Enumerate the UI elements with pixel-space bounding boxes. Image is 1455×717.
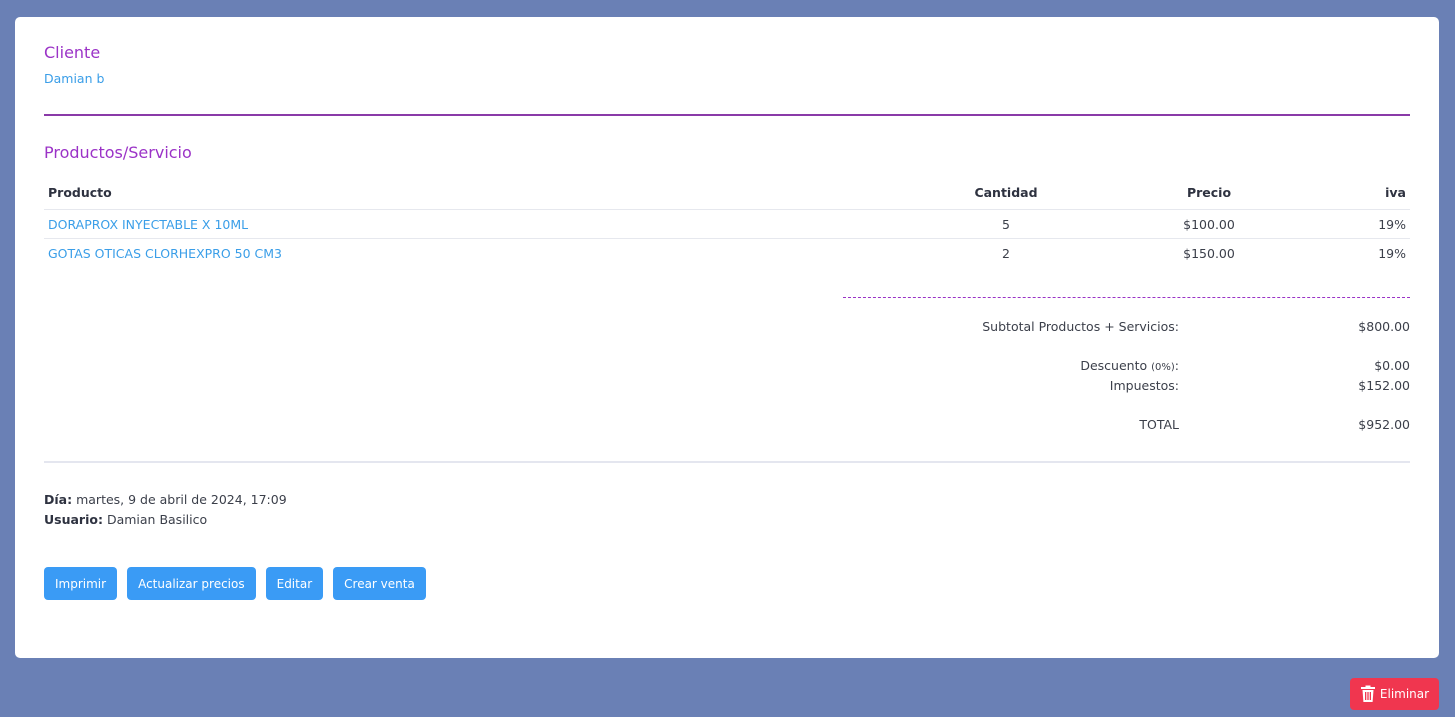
total-row: TOTAL $952.00: [843, 417, 1410, 435]
discount-label: Descuento: [1080, 358, 1148, 373]
client-section-title: Cliente: [44, 43, 101, 62]
footer-divider: [44, 461, 1410, 463]
product-name: GOTAS OTICAS CLORHEXPRO 50 CM3: [48, 245, 283, 261]
product-quantity: 5: [922, 209, 1090, 239]
totals-summary: Subtotal Productos + Servicios: $800.00 …: [843, 297, 1410, 432]
action-buttons: Imprimir Actualizar precios Editar Crear…: [44, 567, 426, 600]
update-prices-button[interactable]: Actualizar precios: [127, 567, 256, 600]
taxes-label: Impuestos:: [1109, 378, 1179, 393]
column-header-product: Producto: [44, 175, 922, 210]
discount-colon: :: [1174, 358, 1179, 373]
edit-button[interactable]: Editar: [265, 567, 324, 600]
discount-row: Descuento (0%): $0.00: [843, 358, 1410, 376]
subtotal-label: Subtotal Productos + Servicios:: [982, 319, 1179, 334]
delete-button[interactable]: Eliminar: [1350, 678, 1439, 710]
product-iva: 19%: [1378, 245, 1406, 261]
client-name: Damian b: [44, 71, 105, 86]
product-quantity: 2: [1002, 245, 1010, 261]
quote-card: Cliente Damian b Productos/Servicio Prod…: [15, 17, 1439, 658]
total-label: TOTAL: [1139, 417, 1179, 432]
user-value: Damian Basilico: [106, 512, 208, 527]
subtotal-value: $800.00: [1358, 319, 1410, 334]
quote-meta: Día: martes, 9 de abril de 2024, 17:09 U…: [44, 490, 287, 530]
discount-label-group: Descuento (0%):: [1080, 358, 1179, 373]
user-line: Usuario: Damian Basilico: [44, 510, 287, 530]
table-row: GOTAS OTICAS CLORHEXPRO 50 CM3 2 $150.00…: [44, 239, 1410, 268]
taxes-row: Impuestos: $152.00: [843, 378, 1410, 396]
date-value: martes, 9 de abril de 2024, 17:09: [76, 492, 287, 507]
product-price: $150.00: [1183, 245, 1235, 261]
subtotal-row: Subtotal Productos + Servicios: $800.00: [843, 319, 1410, 337]
table-header-row: Producto Cantidad Precio iva: [44, 175, 1410, 210]
column-header-quantity: Cantidad: [922, 175, 1090, 210]
date-line: Día: martes, 9 de abril de 2024, 17:09: [44, 490, 287, 510]
create-sale-button[interactable]: Crear venta: [333, 567, 426, 600]
discount-percent: (0%): [1151, 362, 1175, 373]
discount-value: $0.00: [1374, 358, 1410, 373]
product-name: DORAPROX INYECTABLE X 10ML: [44, 209, 922, 239]
total-value: $952.00: [1358, 417, 1410, 432]
user-label: Usuario:: [44, 512, 103, 527]
print-button[interactable]: Imprimir: [44, 567, 118, 600]
date-label: Día:: [44, 492, 73, 507]
section-divider: [44, 114, 1410, 116]
column-header-iva: iva: [1328, 175, 1410, 210]
taxes-value: $152.00: [1358, 378, 1410, 393]
column-header-price: Precio: [1090, 175, 1328, 210]
trash-icon: [1360, 685, 1376, 703]
delete-button-label: Eliminar: [1379, 687, 1430, 701]
products-section-title: Productos/Servicio: [44, 143, 192, 162]
products-table: Producto Cantidad Precio iva DORAPROX IN…: [44, 175, 1410, 267]
table-row: DORAPROX INYECTABLE X 10ML 5 $100.00 19%: [44, 209, 1410, 239]
product-price: $100.00: [1090, 209, 1328, 239]
product-iva: 19%: [1328, 209, 1410, 239]
